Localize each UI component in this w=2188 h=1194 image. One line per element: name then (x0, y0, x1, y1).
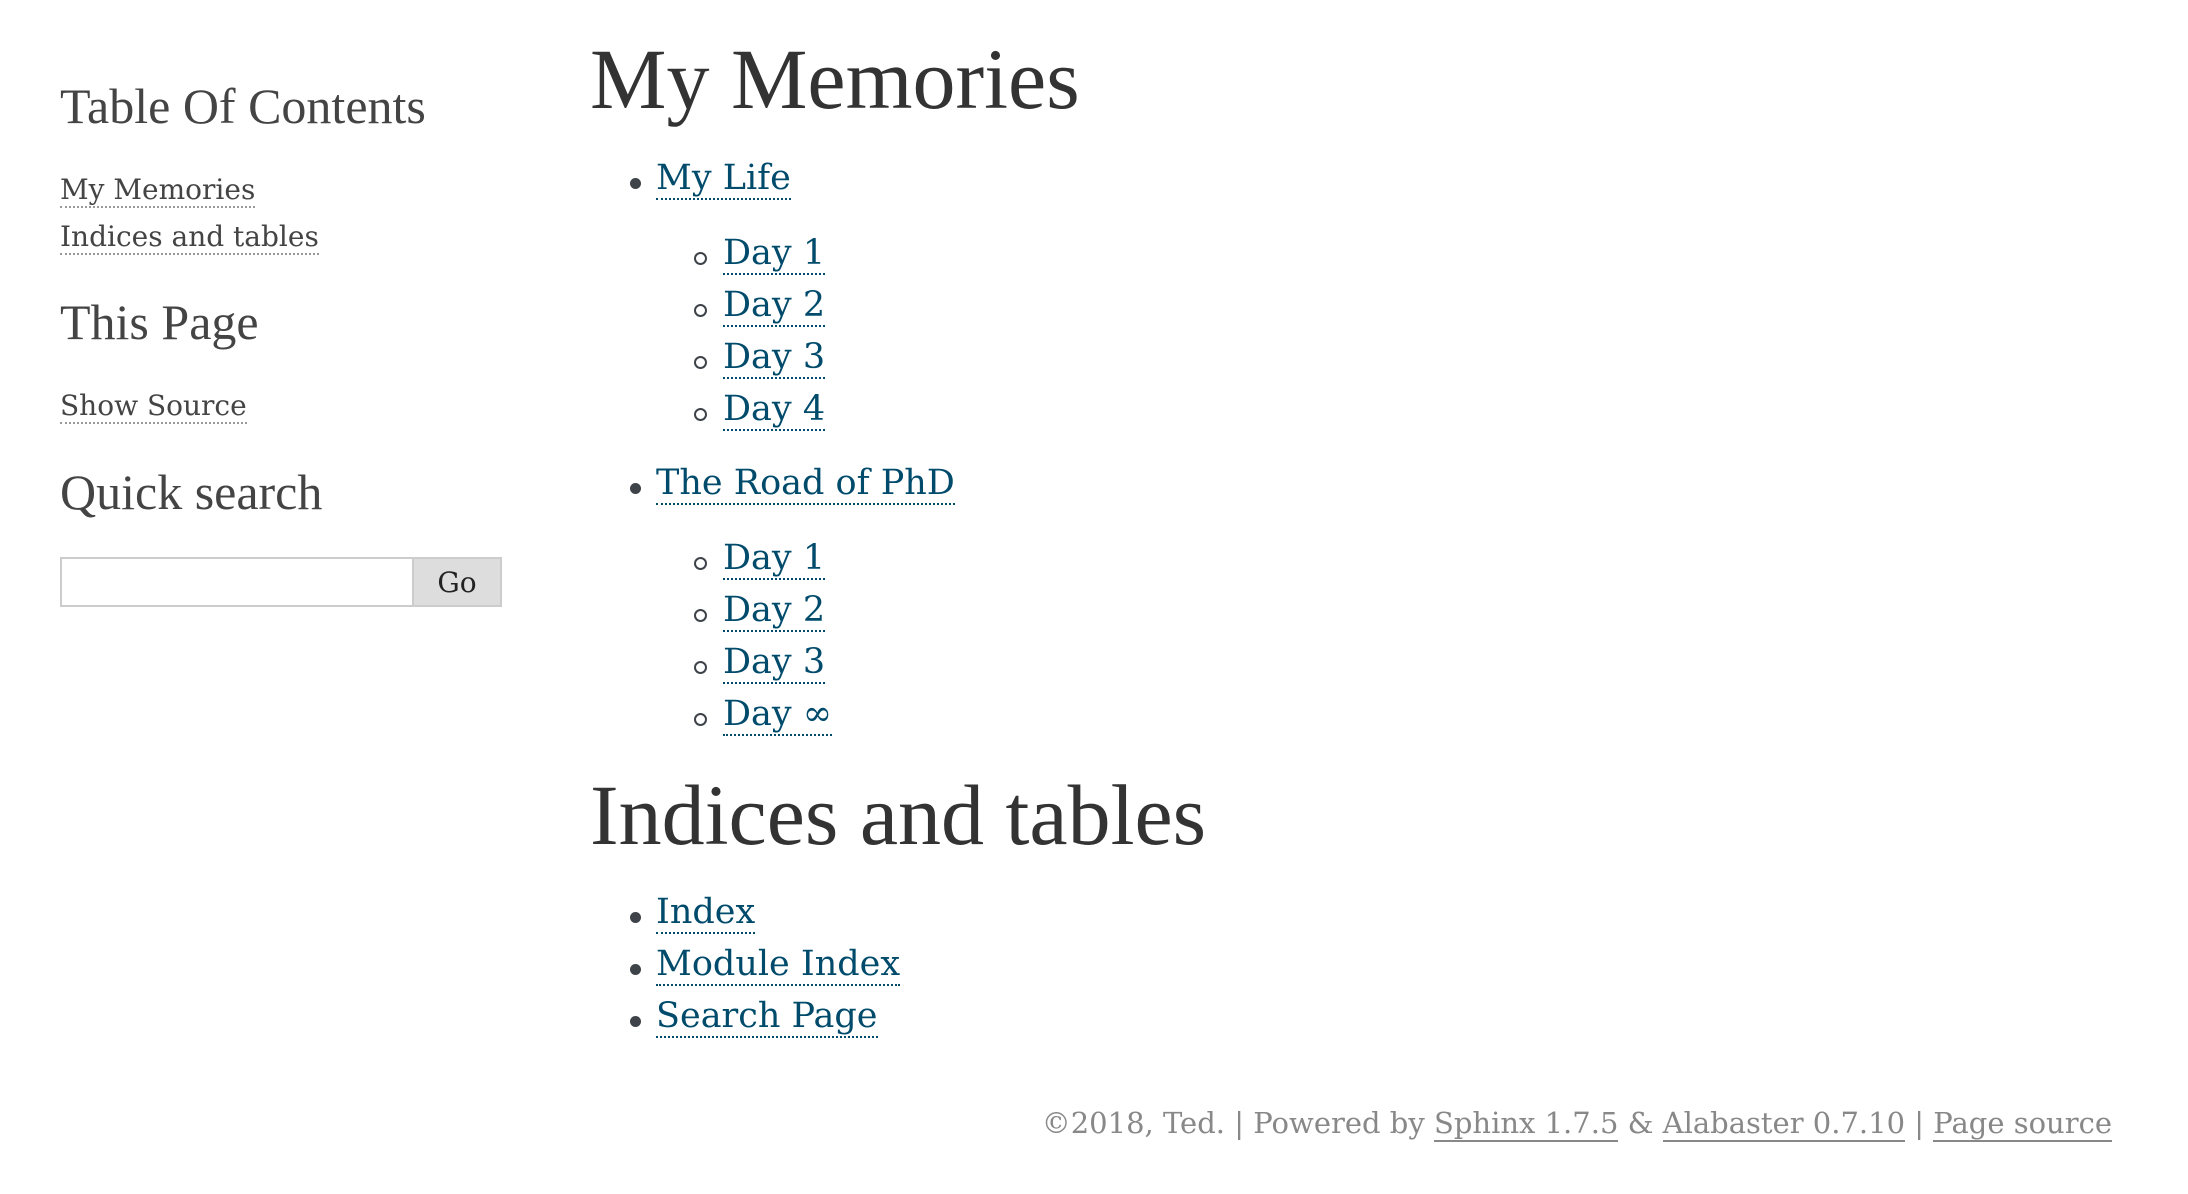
bullet-icon (630, 1016, 641, 1027)
toc-heading: Table Of Contents (60, 78, 426, 134)
show-source-link[interactable]: Show Source (60, 389, 247, 424)
footer-separator: | (1905, 1106, 1934, 1140)
link-phd-day-1[interactable]: Day 1 (723, 539, 826, 580)
footer-alabaster-link[interactable]: Alabaster 0.7.10 (1662, 1106, 1906, 1142)
bullet-icon (630, 912, 641, 923)
footer-separator: | Powered by (1225, 1106, 1434, 1140)
circle-bullet-icon (694, 252, 707, 265)
toc-list: My Memories Indices and tables (60, 173, 319, 268)
this-page-heading: This Page (60, 294, 259, 350)
footer-ampersand: & (1618, 1106, 1663, 1140)
link-index[interactable]: Index (656, 893, 756, 934)
bullet-icon (630, 964, 641, 975)
link-my-life-day-1[interactable]: Day 1 (723, 234, 826, 275)
toc-link-my-memories[interactable]: My Memories (60, 173, 256, 208)
footer-sphinx-link[interactable]: Sphinx 1.7.5 (1433, 1106, 1619, 1142)
bullet-icon (630, 178, 641, 189)
toc-item: Indices and tables (60, 220, 319, 268)
link-phd-day-2[interactable]: Day 2 (723, 591, 826, 632)
link-road-of-phd[interactable]: The Road of PhD (656, 464, 955, 505)
show-source-wrap: Show Source (60, 389, 247, 424)
toc-link-indices-and-tables[interactable]: Indices and tables (60, 220, 319, 255)
link-my-life[interactable]: My Life (656, 159, 791, 200)
circle-bullet-icon (694, 661, 707, 674)
bullet-icon (630, 483, 641, 494)
quick-search-heading: Quick search (60, 464, 323, 520)
circle-bullet-icon (694, 713, 707, 726)
toc-item: My Memories (60, 173, 319, 221)
circle-bullet-icon (694, 609, 707, 622)
circle-bullet-icon (694, 408, 707, 421)
indices-heading: Indices and tables (590, 767, 1207, 863)
link-search-page[interactable]: Search Page (656, 997, 878, 1038)
circle-bullet-icon (694, 356, 707, 369)
link-my-life-day-4[interactable]: Day 4 (723, 390, 826, 431)
link-my-life-day-2[interactable]: Day 2 (723, 286, 826, 327)
search-go-button[interactable]: Go (412, 557, 502, 607)
link-my-life-day-3[interactable]: Day 3 (723, 338, 826, 379)
footer: ©2018, Ted. | Powered by Sphinx 1.7.5 & … (1041, 1106, 2112, 1142)
page-title: My Memories (590, 31, 1080, 127)
link-module-index[interactable]: Module Index (656, 945, 901, 986)
search-form: Go (60, 557, 502, 607)
search-input[interactable] (60, 557, 412, 607)
link-phd-day-3[interactable]: Day 3 (723, 643, 826, 684)
link-phd-day-infinity[interactable]: Day ∞ (723, 695, 832, 736)
circle-bullet-icon (694, 557, 707, 570)
footer-page-source-link[interactable]: Page source (1933, 1106, 2112, 1142)
footer-copyright: ©2018, Ted. (1041, 1106, 1225, 1140)
circle-bullet-icon (694, 304, 707, 317)
